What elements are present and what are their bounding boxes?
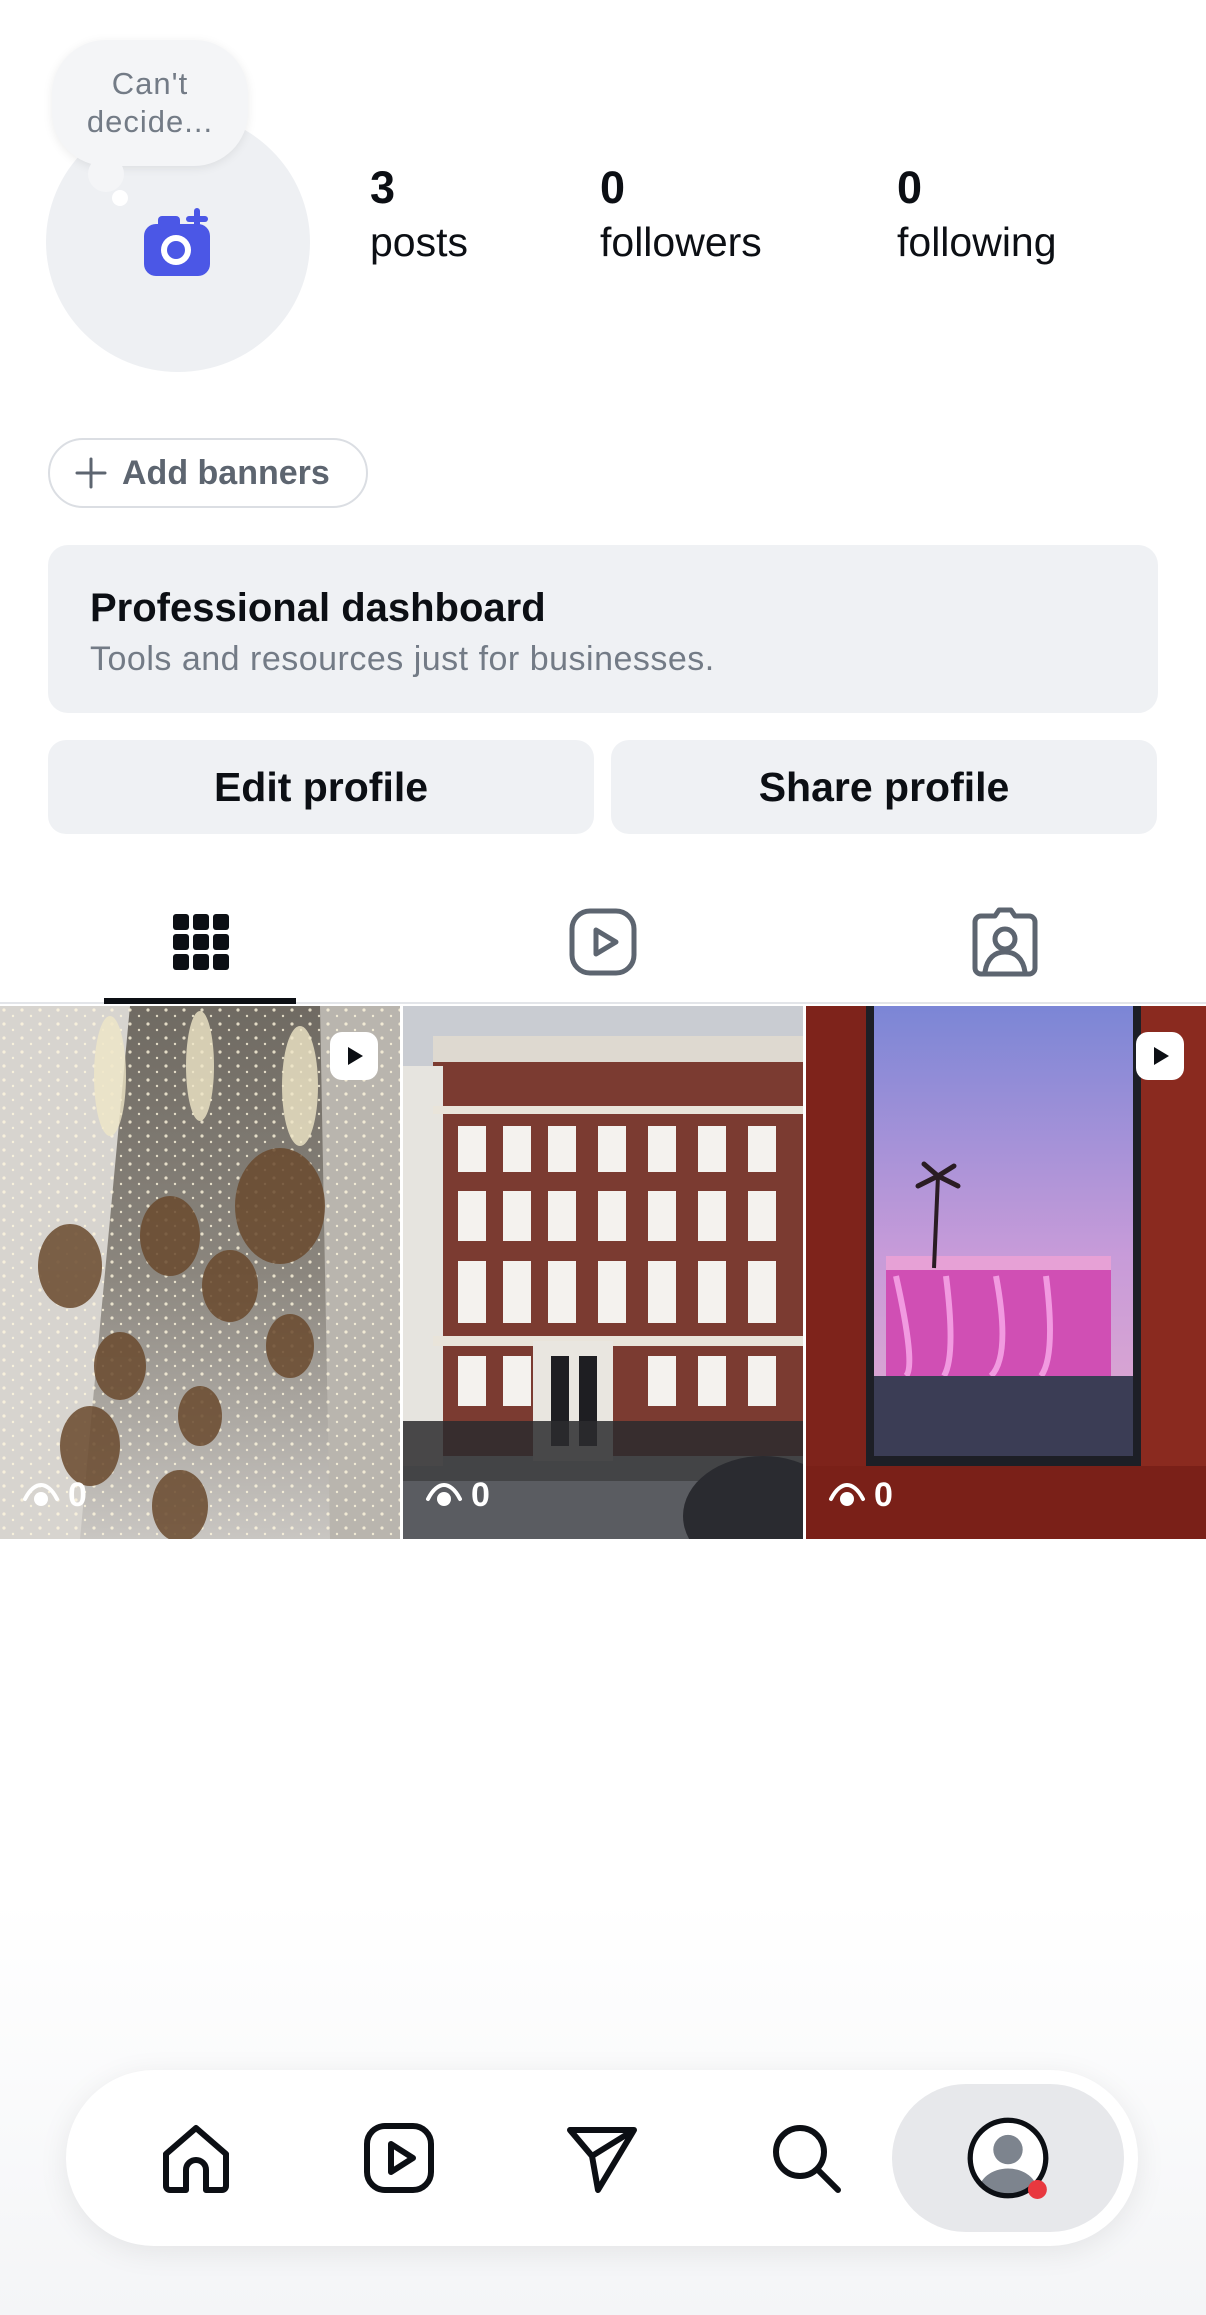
share-profile-button[interactable]: Share profile (611, 740, 1157, 834)
reel-badge-icon (1136, 1032, 1184, 1080)
tab-grid[interactable] (0, 880, 402, 1004)
eye-icon (829, 1482, 865, 1506)
send-icon (567, 2127, 637, 2193)
stat-following[interactable]: 0 following (897, 160, 1057, 268)
stat-posts-label: posts (370, 219, 468, 265)
note-bubble-tail (88, 156, 124, 192)
stat-following-label: following (897, 219, 1057, 265)
note-text: Can't decide... (86, 66, 214, 139)
tab-tagged[interactable] (804, 880, 1206, 1004)
posts-grid: 0 0 0 (0, 1006, 1206, 1539)
stat-followers-count: 0 (600, 162, 626, 213)
plus-icon (75, 457, 107, 489)
tagged-icon (972, 907, 1038, 977)
eye-icon (23, 1482, 59, 1506)
post-tile-1[interactable]: 0 (0, 1006, 400, 1539)
nav-profile[interactable] (948, 2098, 1068, 2218)
active-tab-indicator (104, 998, 296, 1004)
edit-profile-button[interactable]: Edit profile (48, 740, 594, 834)
note-bubble-tail-small (112, 190, 128, 206)
post-tile-2[interactable]: 0 (403, 1006, 803, 1539)
grid-icon (173, 914, 229, 970)
search-icon (773, 2125, 841, 2193)
stat-followers[interactable]: 0 followers (600, 160, 762, 268)
reel-badge-icon (330, 1032, 378, 1080)
dashboard-title: Professional dashboard (90, 586, 546, 630)
view-count-value: 0 (874, 1476, 893, 1514)
view-count-value: 0 (471, 1476, 490, 1514)
nav-reels[interactable] (339, 2098, 459, 2218)
view-count-value: 0 (68, 1476, 87, 1514)
professional-dashboard[interactable]: Professional dashboard Tools and resourc… (48, 545, 1158, 713)
dashboard-subtitle: Tools and resources just for businesses. (90, 640, 715, 678)
reels-icon (364, 2123, 434, 2193)
stat-posts-count: 3 (370, 162, 396, 213)
notification-dot (1027, 2180, 1047, 2199)
profile-tabs (0, 880, 1206, 1004)
stat-posts[interactable]: 3 posts (370, 160, 468, 268)
nav-home[interactable] (136, 2098, 256, 2218)
add-banners-button[interactable]: Add banners (48, 438, 368, 508)
add-banners-label: Add banners (122, 453, 330, 492)
tab-reels[interactable] (402, 880, 804, 1004)
home-icon (163, 2125, 229, 2193)
stat-followers-label: followers (600, 219, 762, 265)
profile-icon (967, 2117, 1049, 2199)
view-count: 0 (22, 1476, 87, 1515)
view-count: 0 (828, 1476, 893, 1515)
add-photo-camera-icon[interactable] (142, 208, 214, 280)
bottom-nav (66, 2070, 1138, 2246)
post-image-pink-building-frame (806, 1006, 1206, 1539)
post-image-brick-townhouse (403, 1006, 803, 1539)
nav-search[interactable] (746, 2098, 866, 2218)
post-image-birdcage-lights (0, 1006, 400, 1539)
stat-following-count: 0 (897, 162, 923, 213)
post-tile-3[interactable]: 0 (806, 1006, 1206, 1539)
note-bubble[interactable]: Can't decide... (52, 40, 248, 166)
eye-icon (426, 1482, 462, 1506)
view-count: 0 (425, 1476, 490, 1515)
reels-icon (569, 908, 637, 976)
nav-messages[interactable] (542, 2098, 662, 2218)
